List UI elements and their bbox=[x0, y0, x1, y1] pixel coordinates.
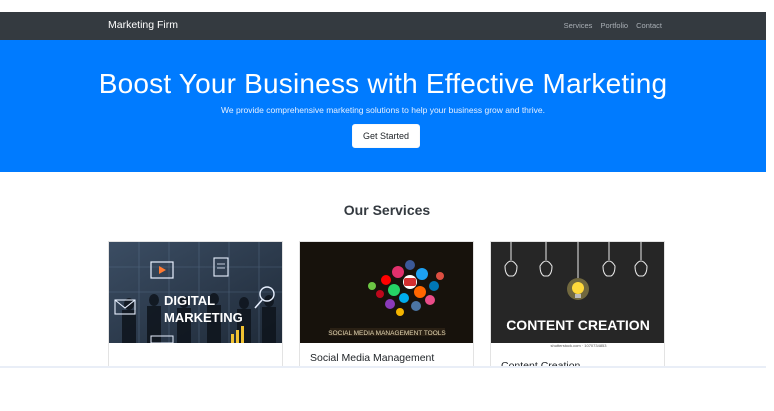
nav-link-services[interactable]: Services bbox=[564, 21, 593, 30]
get-started-button[interactable]: Get Started bbox=[352, 124, 420, 148]
hero-subtitle: We provide comprehensive marketing solut… bbox=[221, 105, 545, 115]
services-heading: Our Services bbox=[343, 202, 431, 218]
content-creation-text: CONTENT CREATION bbox=[506, 317, 650, 333]
social-media-image: SOCIAL MEDIA MANAGEMENT TOOLS bbox=[300, 242, 473, 343]
image-credit: shutterstock.com · 1070734853 bbox=[491, 343, 664, 348]
shutterstock-credit: shutterstock.com · 1070734853 bbox=[550, 343, 607, 348]
navbar: Marketing Firm Services Portfolio Contac… bbox=[0, 12, 766, 40]
card-title: Social Media Management bbox=[310, 352, 435, 364]
nav-links: Services Portfolio Contact bbox=[558, 21, 662, 30]
nav-link-portfolio[interactable]: Portfolio bbox=[601, 21, 629, 30]
marketing-text: MARKETING bbox=[164, 310, 243, 325]
service-card-social-media[interactable]: SOCIAL MEDIA MANAGEMENT TOOLS Social Med… bbox=[299, 241, 474, 371]
viewport-bottom bbox=[0, 368, 774, 411]
hero-title: Boost Your Business with Effective Marke… bbox=[98, 68, 668, 99]
light-bulb-icon bbox=[567, 278, 589, 300]
service-card-digital-marketing[interactable]: DIGITAL MARKETING bbox=[108, 241, 283, 371]
digital-text: DIGITAL bbox=[164, 293, 215, 308]
brand-logo[interactable]: Marketing Firm bbox=[108, 19, 178, 31]
nav-link-contact[interactable]: Contact bbox=[636, 21, 662, 30]
service-card-content-creation[interactable]: CONTENT CREATION shutterstock.com · 1070… bbox=[490, 241, 665, 371]
digital-marketing-image: DIGITAL MARKETING bbox=[109, 242, 282, 343]
hero-section: Boost Your Business with Effective Marke… bbox=[0, 40, 766, 172]
social-media-tools-text: SOCIAL MEDIA MANAGEMENT TOOLS bbox=[328, 330, 446, 337]
content-creation-image: CONTENT CREATION bbox=[491, 242, 664, 343]
